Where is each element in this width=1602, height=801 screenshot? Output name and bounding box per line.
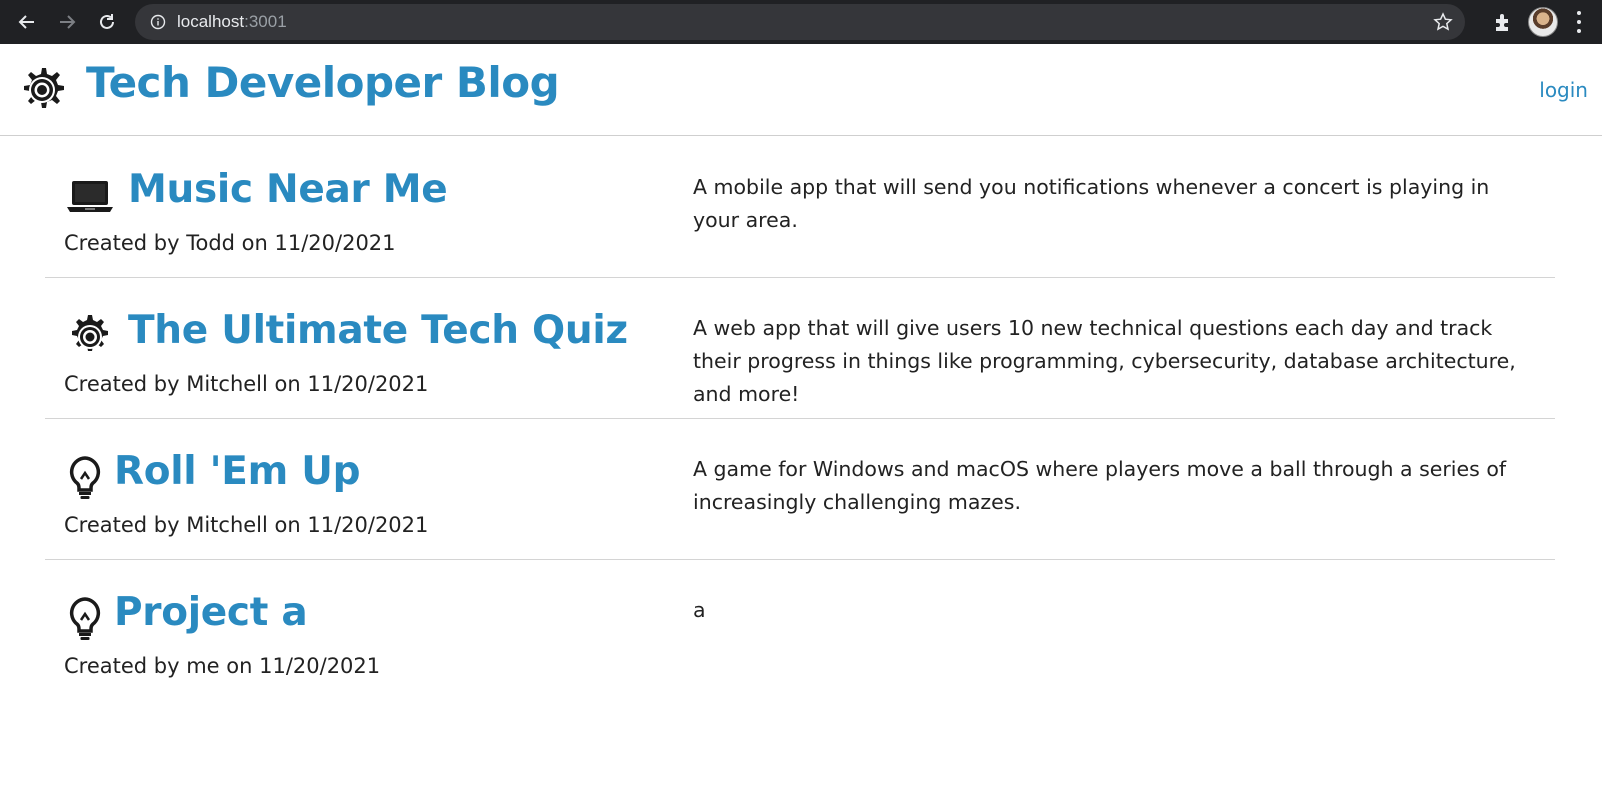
post-title[interactable]: Music Near Me — [128, 167, 448, 212]
bookmark-star-icon[interactable] — [1433, 12, 1453, 32]
gear-icon — [72, 315, 108, 351]
post-item: Project a Created by me on 11/20/2021 a — [45, 560, 1555, 701]
post-item: Roll 'Em Up Created by Mitchell on 11/20… — [45, 419, 1555, 560]
browser-menu-icon[interactable] — [1572, 11, 1586, 33]
post-description: A mobile app that will send you notifica… — [693, 175, 1490, 232]
extensions-puzzle-icon[interactable] — [1492, 11, 1514, 33]
post-description: a — [693, 598, 706, 622]
post-title[interactable]: Project a — [114, 590, 308, 635]
login-link[interactable]: login — [1539, 78, 1588, 102]
laptop-icon — [67, 181, 113, 212]
address-bar[interactable]: localhost:3001 — [135, 4, 1465, 40]
post-meta: Created by Mitchell on 11/20/2021 — [64, 372, 429, 396]
site-info-icon[interactable] — [149, 13, 167, 31]
forward-button[interactable] — [47, 2, 87, 42]
url-port: :3001 — [244, 12, 287, 31]
arrow-left-icon — [18, 15, 34, 29]
url-text[interactable]: localhost:3001 — [177, 12, 287, 32]
post-item: The Ultimate Tech Quiz Created by Mitche… — [45, 278, 1555, 419]
gear-icon — [24, 68, 64, 108]
lightbulb-icon — [69, 597, 101, 640]
post-meta: Created by me on 11/20/2021 — [64, 654, 381, 678]
browser-toolbar: localhost:3001 — [0, 0, 1602, 44]
post-title[interactable]: Roll 'Em Up — [114, 449, 361, 494]
site-title[interactable]: Tech Developer Blog — [86, 58, 560, 107]
lightbulb-icon — [69, 456, 101, 499]
reload-button[interactable] — [87, 2, 127, 42]
post-description: A web app that will give users 10 new te… — [693, 316, 1516, 406]
post-meta: Created by Todd on 11/20/2021 — [64, 231, 396, 255]
post-list: Music Near Me Created by Todd on 11/20/2… — [45, 137, 1555, 701]
post-description: A game for Windows and macOS where playe… — [693, 457, 1507, 514]
post-item: Music Near Me Created by Todd on 11/20/2… — [45, 137, 1555, 278]
back-button[interactable] — [7, 2, 47, 42]
reload-icon — [100, 14, 114, 29]
post-title[interactable]: The Ultimate Tech Quiz — [128, 308, 628, 353]
post-meta: Created by Mitchell on 11/20/2021 — [64, 513, 429, 537]
site-header: Tech Developer Blog login — [0, 44, 1602, 136]
profile-avatar[interactable] — [1528, 7, 1558, 37]
url-host: localhost — [177, 12, 245, 31]
arrow-right-icon — [60, 15, 76, 29]
